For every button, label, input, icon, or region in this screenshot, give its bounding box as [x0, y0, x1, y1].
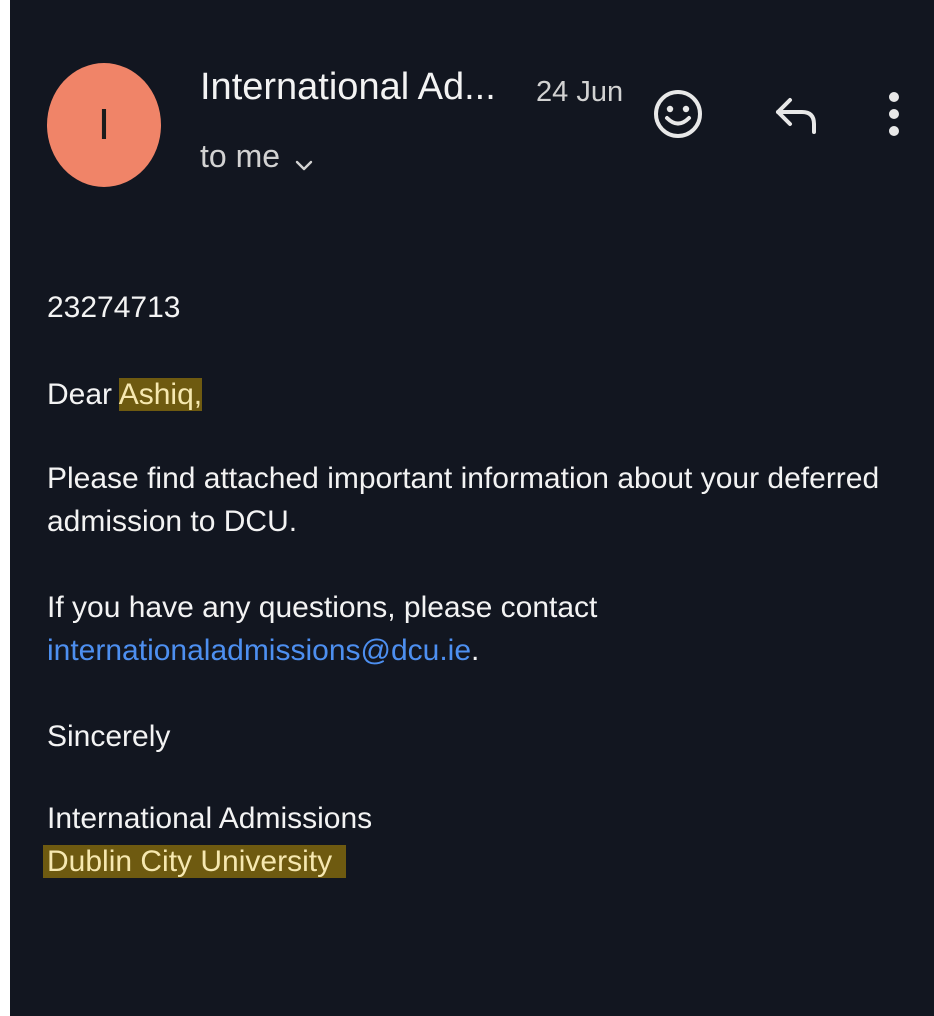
- recipient-label: to me: [200, 138, 281, 174]
- recipient-toggle[interactable]: to me: [200, 138, 314, 175]
- more-vertical-icon: [884, 88, 904, 145]
- email-date: 24 Jun: [536, 76, 624, 108]
- add-reaction-button[interactable]: [650, 88, 706, 144]
- signature: International Admissions Dublin City Uni…: [43, 797, 917, 883]
- sender-avatar[interactable]: I: [47, 63, 161, 187]
- reference-number: 23274713: [47, 291, 181, 324]
- signature-department: International Admissions: [47, 802, 373, 835]
- paragraph-attachment-info: Please find attached important informati…: [47, 462, 880, 538]
- contact-email-link[interactable]: internationaladmissions@dcu.ie: [47, 634, 471, 667]
- emoji-reaction-icon: [652, 88, 704, 145]
- reply-icon: [770, 90, 822, 147]
- signature-university: Dublin City University: [43, 845, 347, 878]
- reply-button[interactable]: [768, 90, 824, 146]
- sender-name[interactable]: International Ad...: [200, 66, 496, 109]
- contact-period: .: [471, 634, 480, 667]
- email-view: I International Ad... 24 Jun to me 23274…: [10, 0, 934, 1016]
- avatar-letter: I: [97, 100, 111, 149]
- paragraph-contact: If you have any questions, please contac…: [47, 586, 917, 672]
- chevron-down-icon: [294, 147, 314, 170]
- contact-text: If you have any questions, please contac…: [47, 591, 598, 624]
- greeting: Dear Ashiq,: [47, 373, 917, 416]
- closing: Sincerely: [47, 720, 171, 753]
- more-options-button[interactable]: [876, 88, 912, 144]
- greeting-prefix: Dear: [47, 378, 119, 411]
- greeting-name: Ashiq,: [118, 378, 203, 411]
